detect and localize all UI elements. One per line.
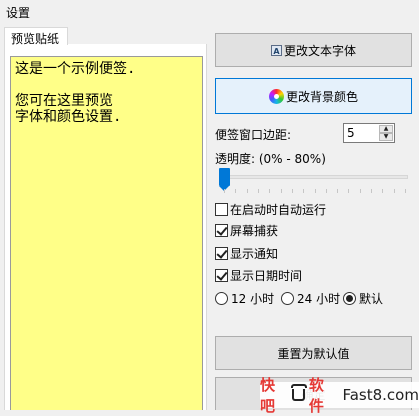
slider-tick <box>337 189 339 193</box>
window-title: 设置 <box>6 6 31 20</box>
slider-tick <box>257 189 259 193</box>
slider-tick <box>325 189 327 193</box>
change-font-label: 更改文本字体 <box>283 43 356 58</box>
opacity-slider-track[interactable] <box>222 175 408 179</box>
arrow-down-icon[interactable]: ▼ <box>379 133 393 141</box>
radio-24-hour[interactable] <box>281 292 294 305</box>
opacity-slider-thumb[interactable] <box>219 168 230 191</box>
screen-capture-label: 屏幕捕获 <box>230 224 279 238</box>
slider-tick <box>291 189 293 193</box>
slider-tick <box>382 189 384 193</box>
preview-sticky-note: 这是一个示例便签. 您可在这里预览 字体和颜色设置. <box>10 56 203 410</box>
watermark: 快吧 软件 Fast8.com <box>260 376 419 415</box>
autostart-label: 在启动时自动运行 <box>230 203 327 217</box>
slider-tick <box>303 189 305 193</box>
radio-default[interactable] <box>343 292 356 305</box>
slider-tick <box>224 189 225 193</box>
arrow-up-icon[interactable]: ▲ <box>379 125 393 133</box>
slider-tick <box>359 189 361 193</box>
basket-icon <box>290 384 307 401</box>
tab-preview[interactable]: 预览贴纸 <box>4 27 68 46</box>
font-icon: A <box>270 44 282 56</box>
radio-24-hour-label: 24 小时 <box>297 292 341 306</box>
autostart-checkbox[interactable] <box>215 203 228 216</box>
change-background-color-button[interactable]: 更改背景颜色 <box>215 78 412 114</box>
slider-tick <box>348 189 350 193</box>
show-datetime-checkbox[interactable] <box>215 269 228 282</box>
opacity-label: 透明度: (0% - 80%) <box>215 152 326 166</box>
radio-12-hour[interactable] <box>215 292 228 305</box>
slider-tick <box>371 189 373 193</box>
slider-tick <box>405 189 406 193</box>
slider-tick <box>314 189 316 193</box>
slider-tick <box>246 189 248 193</box>
margin-label: 便签窗口边距: <box>215 128 292 142</box>
slider-tick <box>280 189 282 193</box>
slider-tick <box>393 189 395 193</box>
slider-tick <box>235 189 237 193</box>
show-datetime-label: 显示日期时间 <box>230 269 303 283</box>
color-wheel-icon <box>268 88 284 104</box>
watermark-site: Fast8.com <box>342 386 419 404</box>
change-font-button[interactable]: A 更改文本字体 <box>215 33 412 67</box>
show-notification-label: 显示通知 <box>230 247 279 261</box>
margin-value[interactable]: 5 <box>347 126 355 140</box>
margin-spinbox[interactable]: 5 ▲ ▼ <box>343 123 395 143</box>
radio-12-hour-label: 12 小时 <box>231 292 275 306</box>
reset-defaults-button[interactable]: 重置为默认值 <box>215 336 412 370</box>
change-background-label: 更改背景颜色 <box>285 89 358 104</box>
reset-defaults-label: 重置为默认值 <box>277 346 350 361</box>
slider-tick <box>269 189 271 193</box>
screen-capture-checkbox[interactable] <box>215 224 228 237</box>
show-notification-checkbox[interactable] <box>215 247 228 260</box>
radio-default-label: 默认 <box>359 292 384 306</box>
